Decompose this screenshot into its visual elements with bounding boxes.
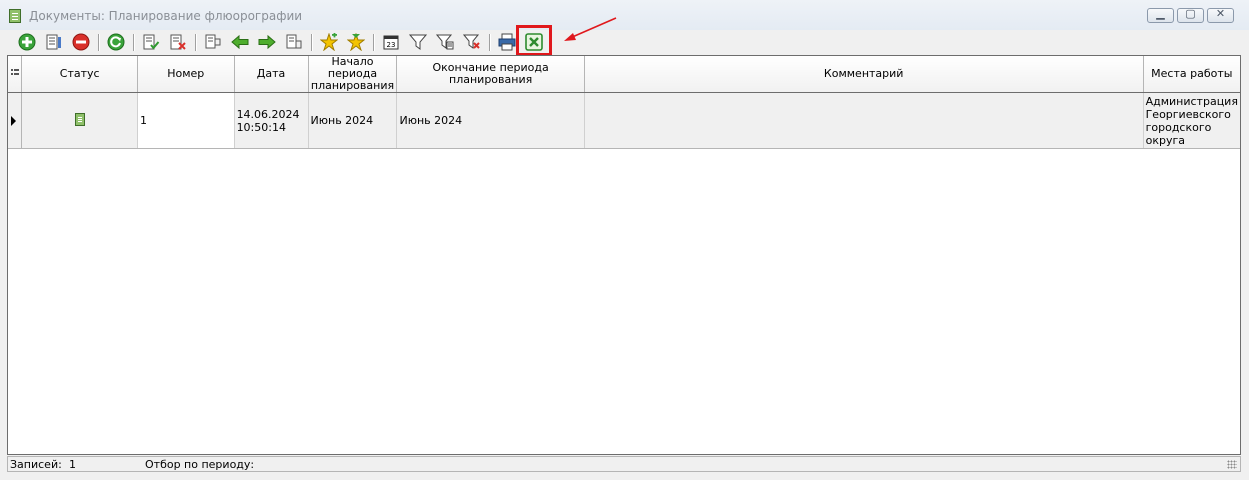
- title-bar[interactable]: Документы: Планирование флюорографии ▁ ▢…: [0, 0, 1249, 30]
- current-row-pointer-icon: [11, 115, 16, 126]
- filter-clear-button[interactable]: [462, 32, 482, 52]
- column-header-period-start[interactable]: Начало периода планирования: [308, 56, 398, 93]
- filter-clear-icon: [463, 34, 480, 49]
- document-tree-icon: [286, 34, 302, 49]
- annotation-arrow-icon: [564, 17, 617, 41]
- toolbar-separator: [98, 34, 99, 51]
- delete-button[interactable]: [71, 32, 91, 52]
- app-document-icon: [9, 9, 21, 23]
- filter-button[interactable]: [408, 32, 428, 52]
- close-button[interactable]: ✕: [1207, 7, 1234, 23]
- next-button[interactable]: [257, 32, 277, 52]
- unpost-document-button[interactable]: [168, 32, 188, 52]
- column-header-workplaces[interactable]: Места работы: [1143, 56, 1240, 93]
- toolbar-separator: [195, 34, 196, 51]
- refresh-icon: [107, 33, 125, 51]
- unpost-document-icon: [170, 34, 186, 50]
- resize-grip-icon[interactable]: [1227, 460, 1237, 469]
- table-row[interactable]: 1 14.06.2024 10:50:14 Июнь 2024 Июнь 2024…: [8, 92, 1240, 149]
- cell-period-start[interactable]: Июнь 2024: [308, 92, 398, 149]
- maximize-button[interactable]: ▢: [1177, 7, 1204, 23]
- arrow-left-icon: [231, 34, 249, 50]
- document-structure-icon: [205, 34, 221, 49]
- column-header-comment[interactable]: Комментарий: [584, 56, 1144, 93]
- minimize-icon: ▁: [1156, 7, 1165, 20]
- star-add-icon: [320, 33, 338, 51]
- star-down-icon: [347, 33, 365, 51]
- add-button[interactable]: [17, 32, 37, 52]
- previous-button[interactable]: [230, 32, 250, 52]
- row-indicator[interactable]: [8, 92, 23, 149]
- cell-date[interactable]: 14.06.2024 10:50:14: [234, 92, 309, 149]
- favorite-down-button[interactable]: [346, 32, 366, 52]
- toolbar-separator: [489, 34, 490, 51]
- column-settings-icon[interactable]: [8, 56, 23, 93]
- add-icon: [18, 33, 36, 51]
- window-title: Документы: Планирование флюорографии: [29, 9, 303, 23]
- post-document-button[interactable]: [141, 32, 161, 52]
- calendar-period-icon: 23: [383, 35, 399, 50]
- records-label: Записей:: [10, 458, 62, 471]
- document-structure-button[interactable]: [203, 32, 223, 52]
- cell-status[interactable]: [21, 92, 138, 149]
- post-document-icon: [143, 34, 160, 50]
- add-favorite-button[interactable]: [319, 32, 339, 52]
- cell-number[interactable]: 1: [137, 92, 235, 149]
- records-count: 1: [69, 458, 76, 471]
- close-icon: ✕: [1215, 7, 1226, 20]
- excel-button-highlight-frame: [516, 25, 552, 56]
- documents-table[interactable]: Статус Номер Дата Начало периода планиро…: [7, 55, 1241, 455]
- toolbar-separator: [133, 34, 134, 51]
- column-header-status[interactable]: Статус: [21, 56, 138, 93]
- table-header: Статус Номер Дата Начало периода планиро…: [8, 56, 1240, 93]
- status-bar: Записей: 1 Отбор по периоду:: [7, 456, 1241, 472]
- minimize-button[interactable]: ▁: [1147, 7, 1174, 23]
- print-button[interactable]: [497, 32, 517, 52]
- maximize-icon: ▢: [1185, 7, 1196, 20]
- filter-edit-icon: [436, 34, 454, 50]
- cell-comment[interactable]: [584, 92, 1144, 149]
- toolbar-separator: [311, 34, 312, 51]
- arrow-right-icon: [258, 34, 276, 50]
- edit-document-icon: [46, 34, 61, 50]
- period-filter-label: Отбор по периоду:: [145, 458, 255, 471]
- refresh-button[interactable]: [106, 32, 126, 52]
- svg-text:23: 23: [387, 41, 396, 49]
- toolbar: 23: [0, 30, 1249, 54]
- document-green-icon: [74, 112, 85, 126]
- column-header-number[interactable]: Номер: [137, 56, 235, 93]
- print-icon: [498, 33, 516, 51]
- document-tree-button[interactable]: [284, 32, 304, 52]
- toolbar-separator: [373, 34, 374, 51]
- cell-period-end[interactable]: Июнь 2024: [396, 92, 585, 149]
- cell-workplaces[interactable]: Администрация Георгиевского городского о…: [1143, 92, 1240, 149]
- cell-date-value: 14.06.2024: [236, 107, 300, 121]
- set-period-button[interactable]: 23: [381, 32, 401, 52]
- filter-edit-button[interactable]: [435, 32, 455, 52]
- column-header-date[interactable]: Дата: [234, 56, 309, 93]
- filter-icon: [409, 34, 427, 50]
- document-list-window: Документы: Планирование флюорографии ▁ ▢…: [0, 0, 1249, 480]
- cell-time-value: 10:50:14: [236, 120, 286, 134]
- edit-button[interactable]: [44, 32, 64, 52]
- delete-icon: [72, 33, 90, 51]
- column-header-period-end[interactable]: Окончание периода планирования: [396, 56, 585, 93]
